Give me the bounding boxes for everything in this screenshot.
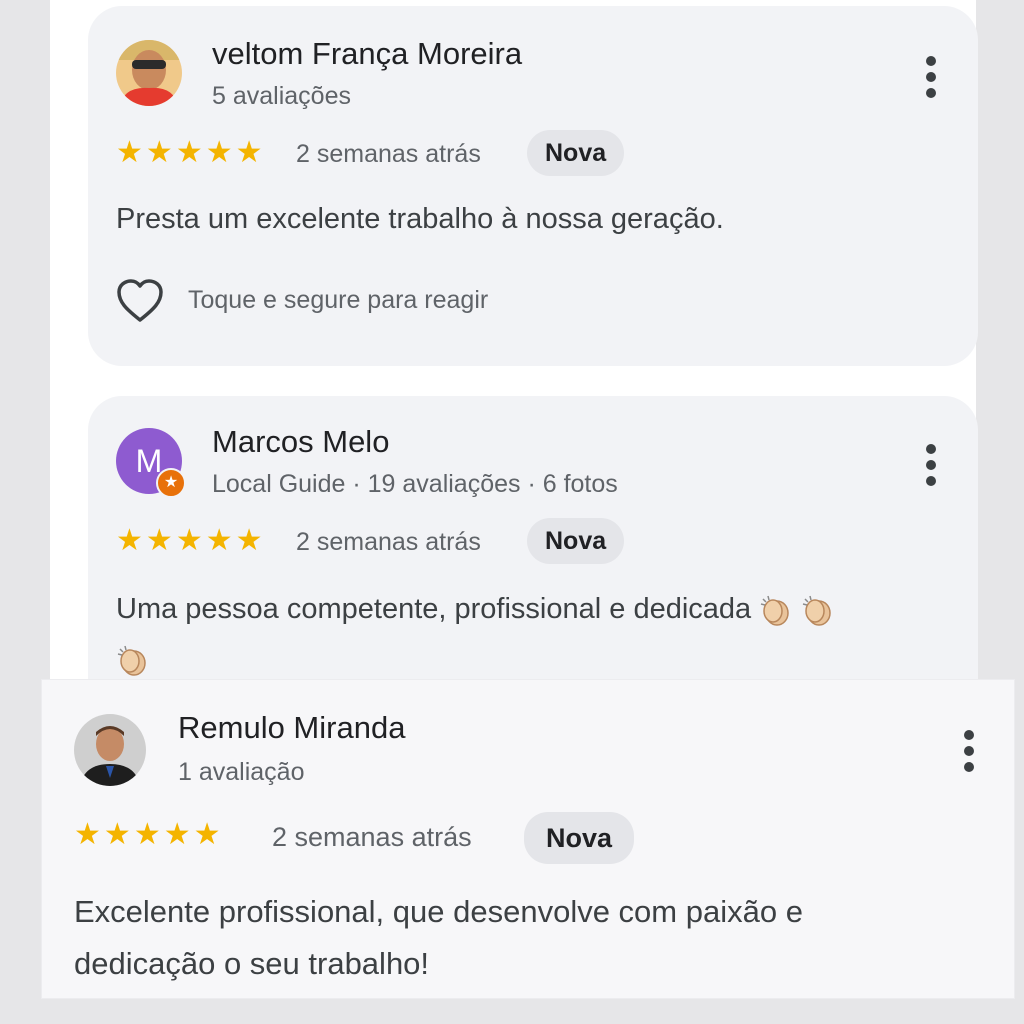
clapping-hands-icon [803, 596, 832, 627]
review-card: M ★ Marcos Melo Local Guide · 19 avaliaç… [88, 396, 978, 716]
reviewer-avatar[interactable] [116, 40, 182, 106]
person-photo-icon [74, 714, 146, 786]
clapping-hands-icon [117, 646, 146, 677]
reviewer-avatar[interactable] [74, 714, 146, 786]
star-icon: ★ [235, 136, 263, 169]
star-icon: ★ [145, 136, 173, 169]
review-date: 2 semanas atrás [296, 140, 481, 168]
heart-icon[interactable] [116, 278, 164, 324]
star-icon: ★ [116, 136, 143, 169]
review-text-line: Excelente profissional, que desenvolve c… [74, 894, 803, 929]
react-hint[interactable]: Toque e segure para reagir [188, 286, 488, 315]
review-text-line: dedicação o seu trabalho! [74, 946, 430, 981]
reviewer-name[interactable]: Remulo Miranda [178, 710, 405, 746]
reviewer-name[interactable]: Marcos Melo [212, 424, 389, 460]
more-options-icon[interactable] [964, 730, 974, 772]
reviewer-meta: 5 avaliações [212, 82, 351, 110]
star-icon: ★ [133, 818, 161, 851]
star-rating: ★ ★ ★ ★ ★ [116, 526, 263, 556]
star-icon: ★ [235, 524, 263, 557]
review-text: Presta um excelente trabalho à nossa ger… [116, 203, 724, 235]
more-options-icon[interactable] [926, 56, 936, 98]
reviewer-avatar[interactable]: M ★ [116, 428, 186, 498]
star-icon: ★ [205, 524, 233, 557]
more-options-icon[interactable] [926, 444, 936, 486]
new-badge: Nova [527, 130, 625, 176]
review-card: veltom França Moreira 5 avaliações ★ ★ ★… [88, 6, 978, 366]
review-date: 2 semanas atrás [296, 528, 481, 556]
star-icon: ★ [74, 818, 101, 851]
review-text-content: Uma pessoa competente, profissional e de… [116, 593, 752, 625]
star-icon: ★ [145, 524, 173, 557]
new-badge: Nova [524, 812, 635, 864]
reviewer-meta: 1 avaliação [178, 758, 305, 786]
star-rating: ★ ★ ★ ★ ★ [74, 820, 221, 850]
star-icon: ★ [103, 818, 131, 851]
star-icon: ★ [116, 524, 143, 557]
review-card: Remulo Miranda 1 avaliação ★ ★ ★ ★ ★ 2 s… [42, 680, 1014, 998]
star-rating: ★ ★ ★ ★ ★ [116, 138, 263, 168]
star-icon: ★ [175, 524, 203, 557]
review-text: Excelente profissional, que desenvolve c… [74, 886, 803, 990]
local-guide-badge-icon: ★ [156, 468, 186, 498]
star-icon: ★ [205, 136, 233, 169]
review-date: 2 semanas atrás [272, 822, 472, 852]
reviewer-name[interactable]: veltom França Moreira [212, 36, 522, 72]
star-icon: ★ [163, 818, 191, 851]
person-photo-icon [116, 40, 182, 106]
review-text: Uma pessoa competente, profissional e de… [116, 584, 946, 684]
reviewer-meta: Local Guide · 19 avaliações · 6 fotos [212, 470, 618, 498]
star-icon: ★ [175, 136, 203, 169]
star-icon: ★ [193, 818, 221, 851]
new-badge: Nova [527, 518, 625, 564]
clapping-hands-icon [761, 596, 789, 627]
